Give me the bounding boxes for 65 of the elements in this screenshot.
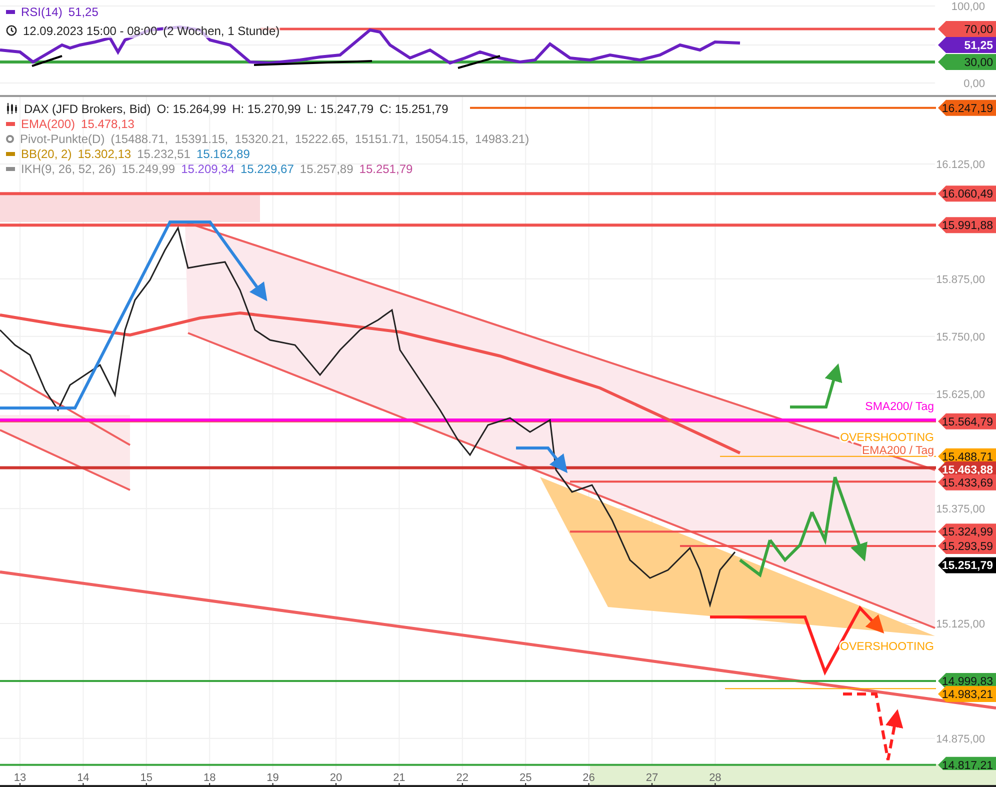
legend-value: (15488.71, 15391.15, 15320.21, 15222.65, 15151.71, 15054.15, 14983.21) (110, 132, 530, 146)
legend-value: 15.257,89 (300, 162, 354, 176)
price-tag: 16.247,19 (938, 100, 996, 116)
legend-value: L: 15.247,79 (306, 102, 374, 116)
path-arrow (790, 363, 842, 408)
price-tag: 70,00 (938, 21, 996, 37)
price-tag: 30,00 (938, 54, 996, 70)
price-tag: 16.060,49 (938, 186, 996, 202)
axis-label: 28 (709, 772, 722, 784)
axis-label: 20 (330, 772, 342, 784)
price-tag: 14.817,21 (938, 756, 996, 770)
legend-value: 15.229,67 (240, 162, 294, 176)
price-tag: 15.991,88 (938, 217, 996, 234)
legend-label: EMA(200) (21, 116, 76, 130)
axis-label: 25 (519, 772, 532, 784)
price-tag: 15.251,79 (938, 557, 996, 574)
path-arrow (843, 692, 904, 762)
price-tag: 15.433,69 (938, 474, 996, 490)
axis-label: 19 (266, 772, 279, 784)
price-tag: 15.564,79 (938, 413, 996, 430)
price-tag: 15.324,99 (938, 524, 996, 540)
legend-value: 15.251,79 (359, 162, 413, 176)
legend-value: C: 15.251,79 (380, 102, 448, 116)
axis-label: 27 (646, 772, 658, 784)
axis-label: 15.875,00 (936, 274, 985, 286)
legend-label: BB(20, 2) (21, 146, 72, 160)
legend-value: 15.249,99 (122, 162, 176, 176)
candlestick-icon (6, 103, 18, 114)
axis-label: 13 (14, 772, 26, 784)
legend-label: Pivot-Punkte(D) (20, 132, 105, 146)
axis-label: 18 (203, 772, 216, 784)
legend-value: 15.232,51 (137, 146, 190, 160)
legend-value: H: 15.270,99 (232, 102, 301, 116)
price-tag: 14.983,21 (938, 686, 996, 702)
legend-value: 15.209,34 (181, 162, 234, 176)
clock-icon (6, 25, 17, 36)
price-tag: 51,25 (938, 37, 996, 53)
axis-label: 0,00 (964, 78, 985, 90)
axis-label: 15.625,00 (936, 388, 985, 401)
legend-value: 15.302,13 (78, 146, 132, 160)
axis-label: 15.750,00 (936, 331, 985, 344)
time-range: 12.09.2023 15:00 - 08:00 (23, 24, 158, 38)
legend-value: O: 15.264,99 (156, 102, 226, 116)
legend-value: 51,25 (68, 4, 98, 18)
legend-label: DAX (JFD Brokers, Bid) (24, 102, 151, 116)
axis-label: 100,00 (951, 1, 985, 13)
axis-label: 15.125,00 (936, 618, 985, 630)
path-arrow (516, 446, 568, 474)
axis-label: 14 (77, 772, 90, 784)
axis-label: 21 (393, 772, 406, 784)
legend-label: IKH(9, 26, 52, 26) (21, 162, 116, 176)
axis-label: 15 (140, 772, 153, 784)
axis-label: 22 (456, 772, 469, 784)
line-label: OVERSHOOTING (840, 432, 934, 444)
axis-label: 16.125,00 (936, 159, 985, 171)
legend-value: 15.162,89 (196, 146, 250, 160)
line-label: SMA200/ Tag (865, 401, 934, 413)
price-tag: 15.293,59 (938, 538, 996, 554)
axis-label: 15.375,00 (936, 504, 985, 516)
legend-value: 15.478,13 (81, 116, 134, 130)
axis-label: 26 (582, 772, 595, 784)
line-label: OVERSHOOTING (840, 641, 934, 653)
axis-label: 14.875,00 (936, 733, 985, 746)
legend-label: RSI(14) (21, 4, 62, 18)
period-label: (2 Wochen, 1 Stunde) (163, 24, 280, 38)
